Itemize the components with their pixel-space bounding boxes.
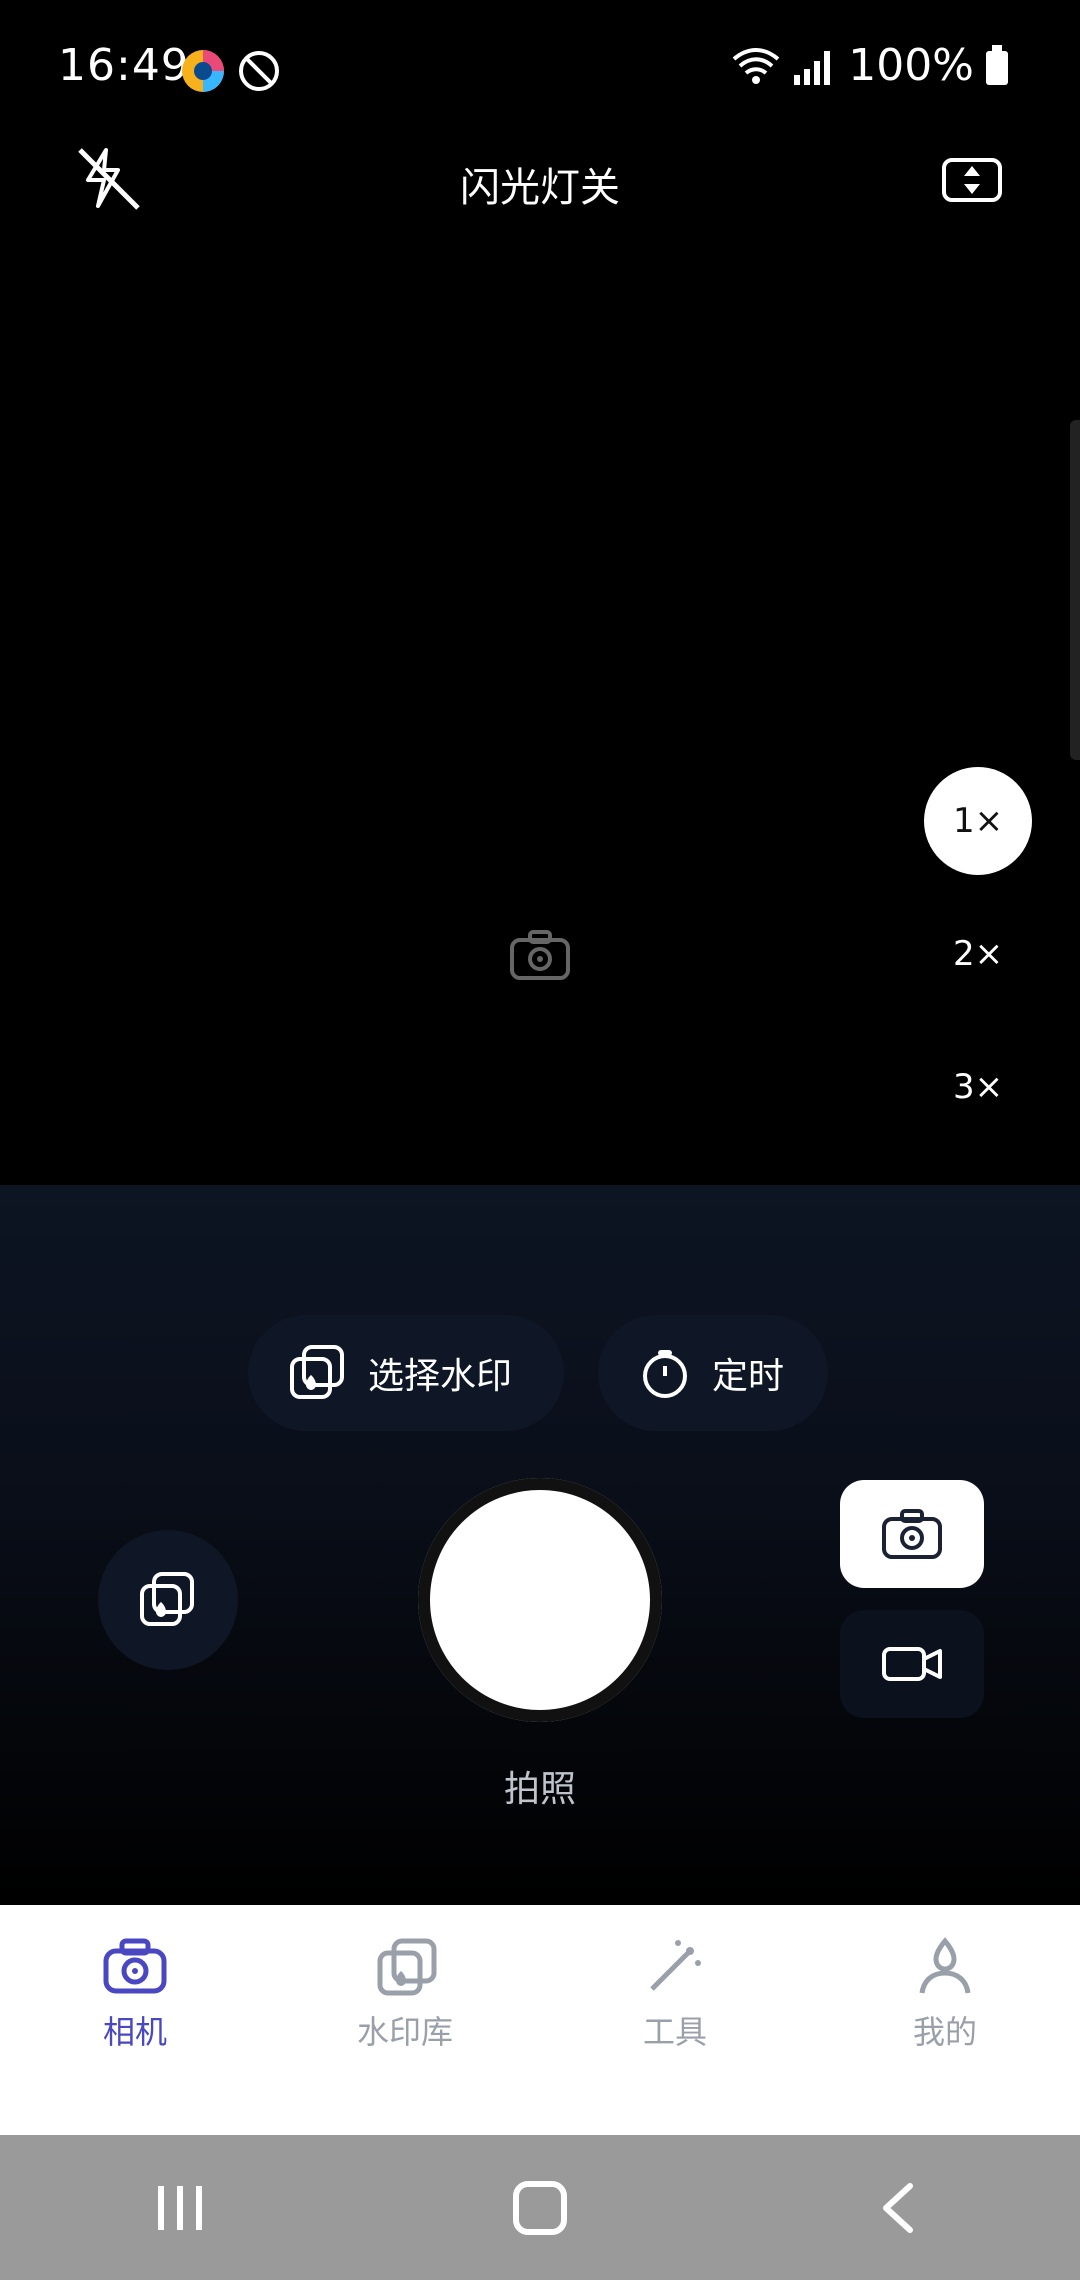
home-icon (513, 2180, 567, 2235)
camera-placeholder-icon (508, 928, 572, 982)
tab-tools-label: 工具 (642, 2013, 707, 2051)
flash-status-label: 闪光灯关 (460, 165, 620, 211)
system-nav-bar (0, 2135, 1080, 2280)
watermark-icon (290, 1345, 344, 1399)
timer-icon (643, 1350, 687, 1398)
video-mode-button[interactable] (840, 1610, 984, 1718)
camera-tab-icon (103, 1938, 167, 1994)
tab-camera[interactable]: 相机 (0, 1905, 270, 2135)
profile-icon (919, 1937, 971, 1994)
shutter-button[interactable] (418, 1478, 662, 1722)
tab-mine-label: 我的 (912, 2013, 977, 2051)
battery-percentage: 100% (848, 40, 974, 91)
gallery-icon (140, 1572, 194, 1626)
select-watermark-label: 选择水印 (368, 1356, 513, 1397)
camera-icon (882, 1509, 942, 1559)
status-app-icons (180, 48, 282, 94)
back-button[interactable] (840, 2168, 960, 2248)
select-watermark-button[interactable]: 选择水印 (248, 1315, 564, 1431)
shutter-label: 拍照 (503, 1769, 576, 1810)
home-button[interactable] (480, 2168, 600, 2248)
timer-label: 定时 (712, 1356, 785, 1397)
tab-tools[interactable]: 工具 (540, 1905, 810, 2135)
bottom-tab-bar: 相机 水印库 工具 我的 (0, 1905, 1080, 2135)
status-right: 100% (730, 40, 1010, 91)
status-time: 16:49 (58, 40, 190, 91)
no-sync-icon (239, 51, 279, 91)
timer-button[interactable]: 定时 (598, 1315, 828, 1431)
recent-apps-icon (158, 2185, 202, 2230)
recent-apps-button[interactable] (120, 2168, 240, 2248)
gallery-button[interactable] (98, 1530, 238, 1670)
tab-watermark-library[interactable]: 水印库 (270, 1905, 540, 2135)
scroll-handle[interactable] (1070, 420, 1080, 760)
video-camera-icon (882, 1647, 942, 1681)
photo-mode-button[interactable] (840, 1480, 984, 1588)
battery-icon (986, 44, 1008, 85)
chrome-like-icon (182, 50, 224, 92)
zoom-2x-button[interactable]: 2× (924, 900, 1032, 1008)
wifi-icon (732, 47, 780, 84)
zoom-1x-button[interactable]: 1× (924, 767, 1032, 875)
zoom-3x-button[interactable]: 3× (924, 1033, 1032, 1141)
tab-camera-label: 相机 (102, 2013, 167, 2051)
tab-watermark-library-label: 水印库 (356, 2013, 453, 2051)
switch-camera-icon (942, 158, 1002, 202)
signal-icon (794, 50, 831, 85)
switch-camera-button[interactable] (940, 150, 1004, 206)
magic-wand-icon (650, 1940, 701, 1991)
shutter-core (418, 1478, 662, 1722)
watermark-library-icon (377, 1938, 437, 1996)
back-icon (883, 2182, 913, 2233)
tab-mine[interactable]: 我的 (810, 1905, 1080, 2135)
